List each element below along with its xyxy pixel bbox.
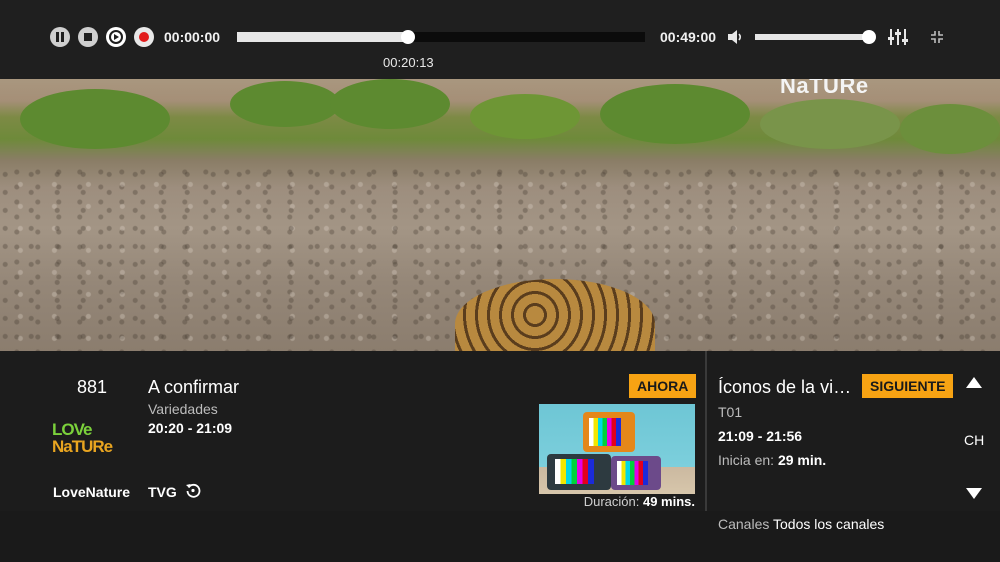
channel-name: LoveNature — [53, 484, 131, 500]
elapsed-time: 00:00:00 — [164, 29, 221, 45]
video-frame[interactable]: NaTURe — [0, 79, 1000, 351]
seek-bar-handle[interactable] — [401, 30, 416, 44]
volume-slider-fill — [755, 34, 869, 40]
video-bush — [20, 89, 170, 149]
current-program-genre: Variedades — [148, 401, 218, 417]
channel-up-icon[interactable] — [966, 377, 982, 388]
program-duration: Duración: 49 mins. — [539, 494, 695, 509]
player-control-bar: 00:00:00 00:20:13 00:49:00 — [0, 0, 1000, 79]
channel-watermark: NaTURe — [780, 79, 869, 98]
equalizer-icon[interactable] — [888, 28, 908, 46]
video-bush — [330, 79, 450, 129]
current-program-time: 20:20 - 21:09 — [148, 420, 233, 436]
seek-bar-fill — [237, 32, 409, 42]
stop-icon[interactable] — [78, 27, 98, 47]
total-time: 00:49:00 — [660, 29, 717, 45]
thumbnail-tv — [547, 454, 611, 490]
channel-filter-value: Todos los canales — [773, 516, 885, 532]
restart-icon-glyph — [109, 30, 123, 44]
next-program-episode: T01 — [718, 404, 743, 420]
duration-label: Duración: — [583, 494, 640, 509]
next-program-title: Íconos de la vida salvaje — [718, 377, 856, 397]
duration-value: 49 mins. — [642, 494, 695, 509]
volume-slider-handle[interactable] — [861, 30, 876, 44]
seek-time-tooltip: 00:20:13 — [383, 55, 434, 70]
channel-filter[interactable]: Canales Todos los canales — [718, 516, 884, 532]
volume-icon[interactable] — [726, 29, 744, 45]
starts-in-label: Inicia en: — [718, 452, 775, 468]
starts-in-value: 29 min. — [777, 452, 827, 468]
replay-icon[interactable] — [185, 482, 201, 498]
channel-filter-label: Canales — [718, 516, 770, 532]
video-bush — [600, 84, 750, 144]
program-thumbnail[interactable] — [539, 404, 695, 494]
now-badge: AHORA — [629, 374, 697, 398]
restart-icon[interactable] — [106, 27, 126, 47]
video-bush — [760, 99, 900, 149]
thumbnail-tv — [583, 412, 635, 452]
pause-icon[interactable] — [50, 27, 70, 47]
panel-divider — [705, 351, 707, 511]
record-icon[interactable] — [134, 27, 154, 47]
seek-bar[interactable] — [237, 30, 645, 44]
volume-slider[interactable] — [755, 30, 876, 44]
channel-down-icon[interactable] — [966, 488, 982, 499]
next-program-starts-in: Inicia en: 29 min. — [718, 452, 826, 468]
channel-logo-line2: NaTURe — [52, 437, 113, 456]
next-badge: SIGUIENTE — [862, 374, 954, 398]
thumbnail-tv — [611, 456, 661, 490]
channel-nav-label: CH — [964, 432, 985, 448]
video-bush — [470, 94, 580, 139]
video-bush — [900, 104, 1000, 154]
exit-fullscreen-icon[interactable] — [930, 30, 944, 44]
current-program-rating: TVG — [148, 484, 177, 500]
current-program-title: A confirmar — [148, 377, 240, 397]
channel-logo: LOVe NaTURe — [50, 420, 134, 460]
video-bush — [230, 81, 340, 127]
next-program-time: 21:09 - 21:56 — [718, 428, 803, 444]
